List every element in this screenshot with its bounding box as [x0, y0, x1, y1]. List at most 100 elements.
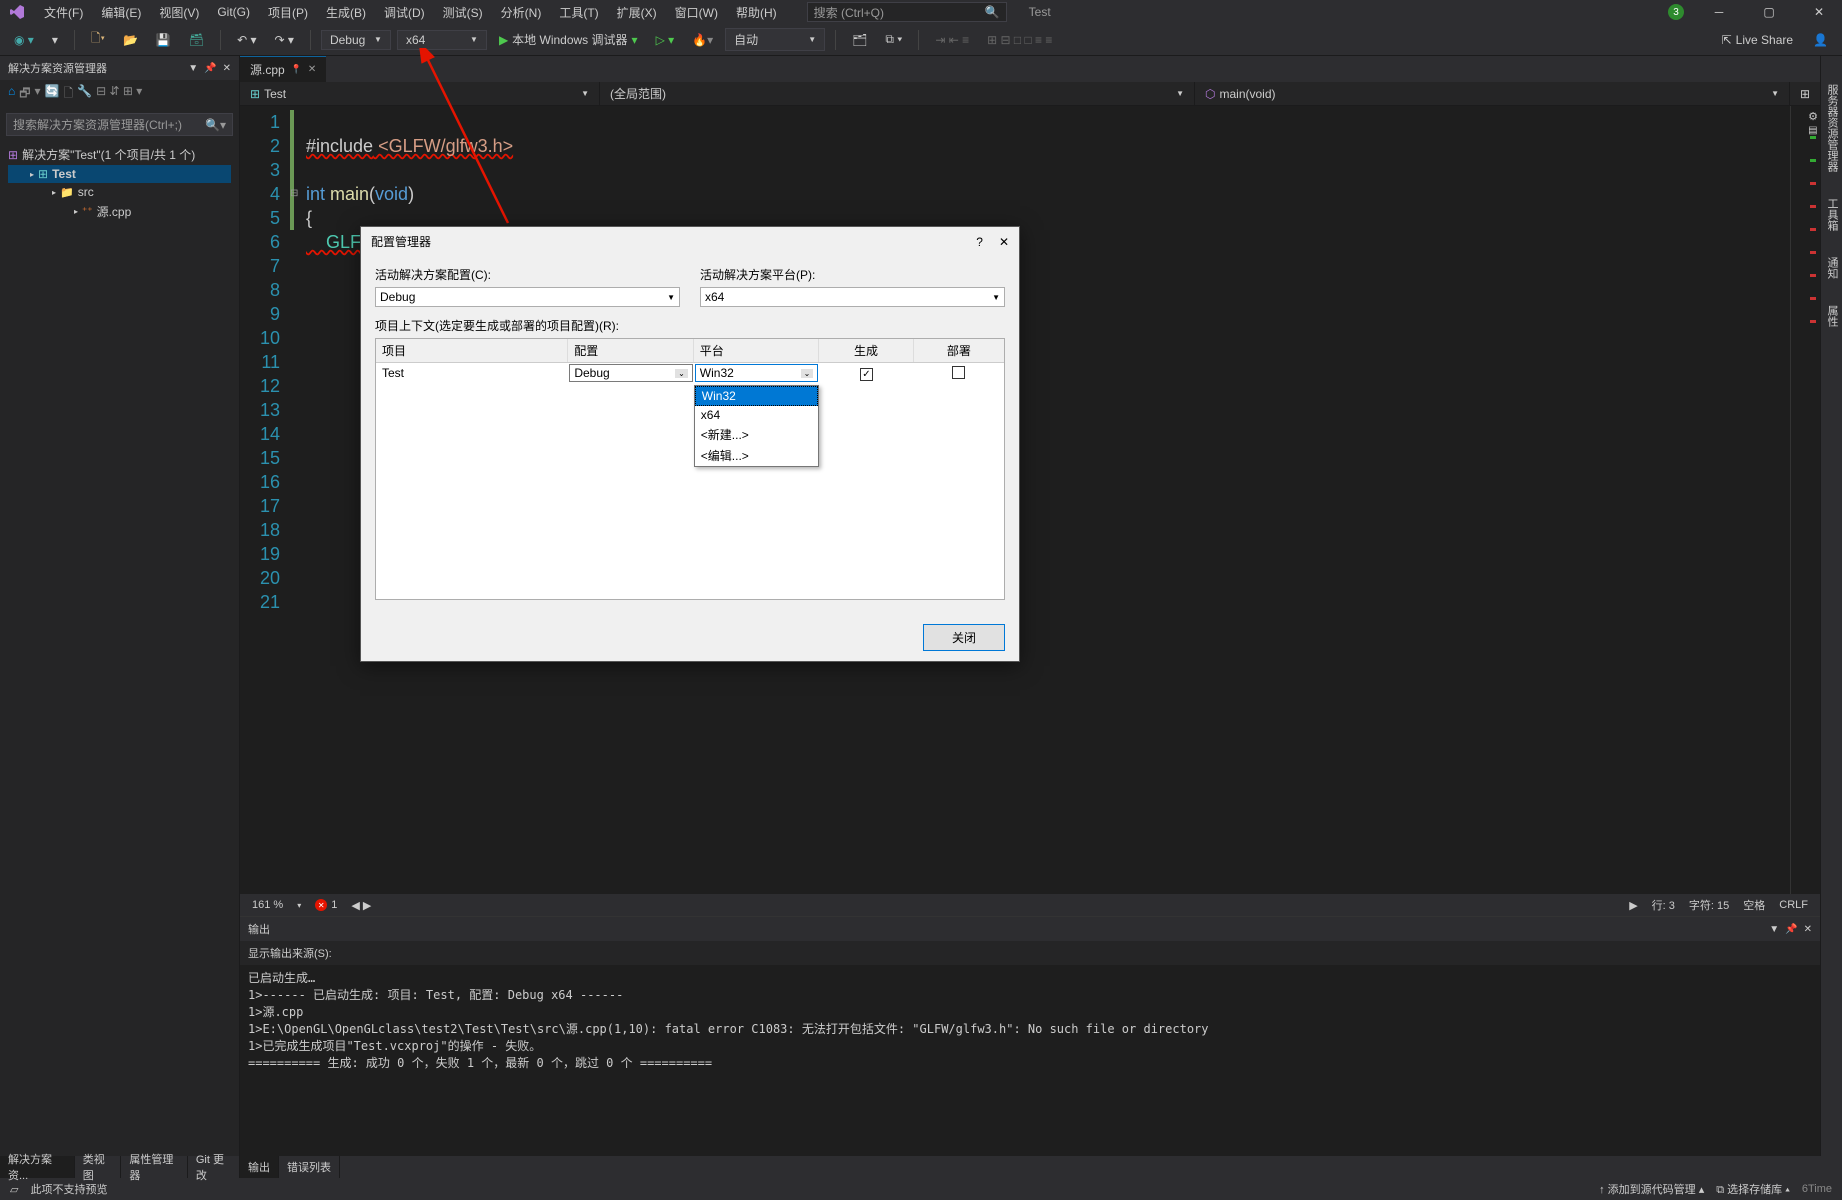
source-control-button[interactable]: ↑ 添加到源代码管理 ▴	[1599, 1181, 1704, 1197]
redo-button[interactable]: ↷ ▾	[269, 31, 300, 49]
solution-platform-dropdown[interactable]: x64▼	[700, 287, 1005, 307]
deploy-checkbox[interactable]	[952, 366, 965, 379]
th-deploy[interactable]: 部署	[914, 339, 1004, 362]
col-indicator[interactable]: 字符: 15	[1689, 897, 1729, 913]
line-indicator[interactable]: 行: 3	[1652, 897, 1675, 913]
repo-button[interactable]: ⧉ 选择存储库 ▴	[1716, 1181, 1790, 1197]
maximize-button[interactable]: ▢	[1754, 2, 1784, 22]
folder-node[interactable]: ▸ 📁 src	[8, 183, 231, 201]
collapsed-server-explorer[interactable]: 服务器资源管理器	[1821, 76, 1842, 180]
menu-file[interactable]: 文件(F)	[36, 2, 91, 23]
save-all-button[interactable]: 🗃	[183, 31, 210, 49]
dialog-close-action-button[interactable]: 关闭	[923, 624, 1005, 651]
panel-close-icon[interactable]: ✕	[223, 63, 231, 74]
bottom-tab-property-mgr[interactable]: 属性管理器	[121, 1156, 187, 1178]
hot-reload-button[interactable]: 🔥▾	[686, 31, 719, 49]
zoom-level[interactable]: 161 %	[252, 899, 283, 911]
th-config[interactable]: 配置	[568, 339, 694, 362]
tb-ico[interactable]: 🗗	[19, 84, 30, 105]
open-button[interactable]: 📂	[117, 31, 144, 49]
nav-back-button[interactable]: ◉ ▾	[8, 31, 40, 49]
close-button[interactable]: ✕	[1804, 2, 1834, 22]
menu-view[interactable]: 视图(V)	[151, 2, 207, 23]
dropdown-option-win32[interactable]: Win32	[695, 386, 818, 406]
solution-config-dropdown[interactable]: Debug▼	[375, 287, 680, 307]
pin-icon[interactable]: 📍	[291, 64, 302, 75]
th-platform[interactable]: 平台	[694, 339, 820, 362]
menu-extensions[interactable]: 扩展(X)	[609, 2, 665, 23]
fold-icon[interactable]: ⊟	[290, 182, 298, 206]
bottom-tab-classview[interactable]: 类视图	[75, 1156, 122, 1178]
tab-close-icon[interactable]: ✕	[308, 64, 316, 75]
menu-project[interactable]: 项目(P)	[260, 2, 316, 23]
gear-icon[interactable]: ⚙	[1808, 110, 1818, 123]
nav-scope-dropdown[interactable]: (全局范围)▼	[600, 82, 1195, 105]
collapsed-notifications[interactable]: 通知	[1821, 249, 1842, 287]
project-node[interactable]: ▸ ⊞ Test	[8, 165, 231, 183]
dropdown-icon[interactable]: ▼	[188, 63, 198, 74]
bottom-tab-output[interactable]: 输出	[240, 1156, 279, 1178]
show-all-icon[interactable]: 🗋	[64, 84, 74, 105]
start-debug-button[interactable]: ▶ 本地 Windows 调试器 ▾	[493, 29, 644, 50]
row-platform-dropdown[interactable]: Win32⌄	[695, 364, 818, 382]
nav-project-dropdown[interactable]: ⊞ Test▼	[240, 82, 600, 105]
dialog-help-button[interactable]: ?	[976, 235, 983, 249]
dropdown-option-new[interactable]: <新建...>	[695, 424, 818, 445]
minimize-button[interactable]: ─	[1704, 2, 1734, 22]
collapsed-toolbox[interactable]: 工具箱	[1821, 190, 1842, 239]
menu-git[interactable]: Git(G)	[209, 3, 258, 21]
sync-icon[interactable]: 🔄	[45, 84, 60, 105]
explorer-search-input[interactable]: 搜索解决方案资源管理器(Ctrl+;) 🔍▾	[6, 113, 233, 136]
th-project[interactable]: 项目	[376, 339, 568, 362]
new-item-button[interactable]: 🗋▾	[85, 27, 111, 52]
tb-icon-2[interactable]: ⧉ ▾	[879, 30, 908, 49]
collapsed-properties[interactable]: 属性	[1821, 297, 1842, 335]
dialog-title-bar[interactable]: 配置管理器 ? ✕	[361, 227, 1019, 256]
notification-badge[interactable]: 3	[1668, 4, 1684, 20]
live-share-button[interactable]: ⇱ Live Share	[1714, 31, 1801, 49]
dialog-close-button[interactable]: ✕	[999, 235, 1009, 249]
platform-dropdown[interactable]: x64▼	[397, 30, 487, 50]
indent-indicator[interactable]: 空格	[1743, 897, 1765, 913]
output-text[interactable]: 已启动生成… 1>------ 已启动生成: 项目: Test, 配置: Deb…	[240, 965, 1820, 1156]
menu-tools[interactable]: 工具(T)	[551, 2, 606, 23]
undo-button[interactable]: ↶ ▾	[231, 31, 262, 49]
nav-fwd-button[interactable]: ▾	[46, 31, 64, 49]
file-node[interactable]: ▸ ⁺⁺ 源.cpp	[8, 201, 231, 222]
row-config-dropdown[interactable]: Debug⌄	[569, 364, 692, 382]
dropdown-option-edit[interactable]: <编辑...>	[695, 445, 818, 466]
config-dropdown[interactable]: Debug▼	[321, 30, 391, 50]
dropdown-icon[interactable]: ▼	[1769, 924, 1779, 935]
bottom-tab-solution[interactable]: 解决方案资...	[0, 1156, 75, 1178]
overview-ruler[interactable]: ⚙ ▤	[1790, 106, 1820, 894]
nav-func-dropdown[interactable]: ⬡ main(void)▼	[1195, 82, 1790, 105]
home-icon[interactable]: ⌂	[8, 84, 15, 105]
prop-icon[interactable]: 🔧	[77, 84, 92, 105]
menu-debug[interactable]: 调试(D)	[376, 2, 433, 23]
start-nodebug-button[interactable]: ▷ ▾	[650, 31, 681, 49]
dropdown-option-x64[interactable]: x64	[695, 406, 818, 424]
global-search-input[interactable]: 搜索 (Ctrl+Q) 🔍	[807, 2, 1007, 22]
menu-help[interactable]: 帮助(H)	[728, 2, 785, 23]
error-count[interactable]: ✕1	[315, 899, 337, 911]
split-icon[interactable]: ⊞	[1790, 82, 1820, 105]
menu-test[interactable]: 测试(S)	[435, 2, 491, 23]
menu-build[interactable]: 生成(B)	[318, 2, 374, 23]
pin-icon[interactable]: 📌	[1785, 924, 1797, 935]
bottom-tab-errorlist[interactable]: 错误列表	[279, 1156, 340, 1178]
split-vert-icon[interactable]: ▤	[1808, 125, 1818, 136]
close-icon[interactable]: ✕	[1804, 924, 1812, 935]
menu-window[interactable]: 窗口(W)	[667, 2, 726, 23]
th-build[interactable]: 生成	[819, 339, 913, 362]
menu-analyze[interactable]: 分析(N)	[493, 2, 550, 23]
cell-project[interactable]: Test	[376, 363, 568, 385]
menu-edit[interactable]: 编辑(E)	[93, 2, 149, 23]
bottom-tab-git[interactable]: Git 更改	[188, 1156, 240, 1178]
cpu-dropdown[interactable]: 自动▼	[725, 28, 825, 51]
tab-source-cpp[interactable]: 源.cpp 📍 ✕	[240, 56, 326, 82]
save-button[interactable]: 💾	[150, 31, 177, 49]
eol-indicator[interactable]: CRLF	[1779, 899, 1808, 911]
solution-node[interactable]: ⊞ 解决方案"Test"(1 个项目/共 1 个)	[8, 144, 231, 165]
admin-icon[interactable]: 👤	[1807, 31, 1834, 49]
pin-icon[interactable]: 📌	[204, 63, 216, 74]
